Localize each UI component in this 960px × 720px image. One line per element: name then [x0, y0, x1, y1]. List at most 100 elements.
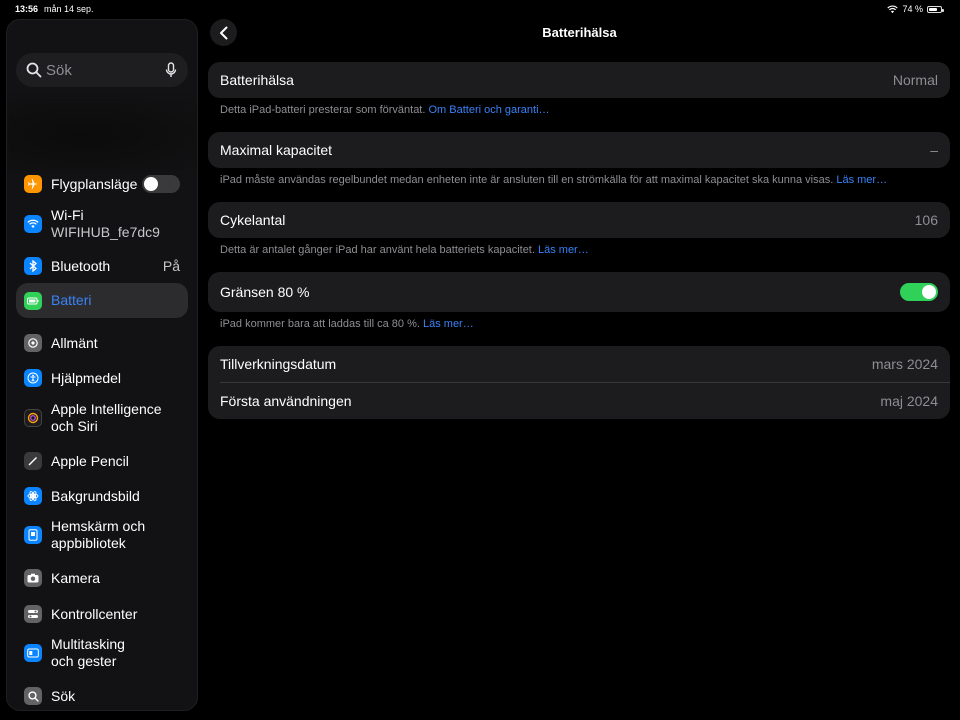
charge-limit-label: Gränsen 80 %: [220, 284, 310, 300]
sidebar-item-search[interactable]: Sök: [16, 684, 188, 708]
sidebar-item-label: Sök: [51, 687, 76, 704]
cycle-count-value: 106: [914, 212, 938, 228]
accessibility-icon: [24, 369, 42, 387]
read-more-link[interactable]: Läs mer…: [423, 318, 474, 330]
wifi-icon: [24, 215, 42, 233]
battery-health-value: Normal: [892, 72, 938, 88]
cycle-count-card: Cykelantal 106: [208, 202, 950, 238]
sidebar-item-airplane[interactable]: Flygplansläge: [16, 172, 188, 196]
charge-limit-toggle[interactable]: [900, 283, 938, 301]
blurred-profile[interactable]: [7, 100, 197, 170]
microphone-icon[interactable]: [164, 62, 178, 78]
wifi-status-icon: [887, 5, 899, 13]
sidebar-item-label: Wi-Fi WIFIHUB_fe7dc9: [51, 207, 160, 241]
camera-icon: [24, 569, 42, 587]
sidebar-item-label: Allmänt: [51, 334, 98, 351]
charge-limit-footnote: iPad kommer bara att laddas till ca 80 %…: [220, 318, 474, 330]
sidebar: Sök Flygplansläge Wi-Fi WIFIHUB_fe7dc9 Bl…: [6, 19, 198, 711]
bluetooth-status: På: [162, 258, 180, 274]
toggle-knob: [144, 177, 158, 191]
first-use-value: maj 2024: [880, 393, 938, 409]
footnote-text: Detta är antalet gånger iPad har använt …: [220, 244, 538, 256]
sidebar-item-accessibility[interactable]: Hjälpmedel: [16, 366, 188, 390]
wifi-label: Wi-Fi: [51, 207, 84, 223]
search-field[interactable]: Sök: [16, 53, 188, 87]
sidebar-item-camera[interactable]: Kamera: [16, 566, 188, 590]
status-bar: 13:56 mån 14 sep. 74 %: [0, 0, 960, 18]
manufacture-date-label: Tillverkningsdatum: [220, 356, 337, 372]
sidebar-item-label: Hemskärm och appbibliotek: [51, 518, 145, 552]
read-more-link[interactable]: Läs mer…: [538, 244, 589, 256]
charge-limit-row: Gränsen 80 %: [208, 272, 950, 312]
homescreen-icon: [24, 526, 42, 544]
apple-intelligence-label: Apple Intelligence: [51, 401, 162, 417]
status-right: 74 %: [887, 4, 944, 14]
page-title: Batterihälsa: [542, 25, 617, 40]
max-capacity-footnote: iPad måste användas regelbundet medan en…: [220, 174, 887, 186]
multitasking-label-line2: och gester: [51, 653, 117, 669]
battery-health-label: Batterihälsa: [220, 72, 294, 88]
home-screen-label-line2: appbibliotek: [51, 535, 126, 551]
status-battery-percent: 74 %: [902, 4, 923, 14]
read-more-link[interactable]: Läs mer…: [836, 174, 887, 186]
dates-card: Tillverkningsdatum mars 2024 Första anvä…: [208, 346, 950, 419]
warranty-link[interactable]: Om Batteri och garanti…: [428, 104, 549, 116]
charge-limit-card: Gränsen 80 %: [208, 272, 950, 312]
max-capacity-label: Maximal kapacitet: [220, 142, 333, 158]
sidebar-item-label: Kontrollcenter: [51, 605, 138, 622]
airplane-icon: [24, 175, 42, 193]
sidebar-item-label: Apple Pencil: [51, 452, 129, 469]
sidebar-item-label: Flygplansläge: [51, 175, 138, 192]
nav-bar: Batterihälsa: [207, 18, 952, 48]
sidebar-item-wallpaper[interactable]: Bakgrundsbild: [16, 484, 188, 508]
max-capacity-card: Maximal kapacitet –: [208, 132, 950, 168]
control-center-icon: [24, 605, 42, 623]
sidebar-item-bluetooth[interactable]: Bluetooth På: [16, 254, 188, 278]
sidebar-item-general[interactable]: Allmänt: [16, 331, 188, 355]
sidebar-item-multitasking[interactable]: Multitasking och gester: [16, 635, 188, 671]
battery-health-row: Batterihälsa Normal: [208, 62, 950, 98]
cycle-count-row: Cykelantal 106: [208, 202, 950, 238]
home-screen-label: Hemskärm och: [51, 518, 146, 534]
pencil-icon: [24, 452, 42, 470]
max-capacity-row: Maximal kapacitet –: [208, 132, 950, 168]
manufacture-date-value: mars 2024: [871, 356, 938, 372]
sidebar-item-apple-pencil[interactable]: Apple Pencil: [16, 449, 188, 473]
search-icon: [26, 62, 42, 78]
sidebar-item-apple-intelligence[interactable]: Apple Intelligence och Siri: [16, 400, 188, 436]
sidebar-item-battery[interactable]: Batteri: [16, 283, 188, 318]
sidebar-item-label: Multitasking och gester: [51, 636, 125, 670]
airplane-toggle[interactable]: [142, 175, 180, 193]
cycle-count-label: Cykelantal: [220, 212, 286, 228]
siri-icon: [24, 409, 42, 427]
sidebar-item-wifi[interactable]: Wi-Fi WIFIHUB_fe7dc9: [16, 206, 188, 242]
multitasking-icon: [24, 644, 42, 662]
sidebar-item-label: Hjälpmedel: [51, 369, 122, 386]
toggle-knob: [922, 285, 936, 299]
footnote-text: iPad måste användas regelbundet medan en…: [220, 174, 837, 186]
cycle-count-footnote: Detta är antalet gånger iPad har använt …: [220, 244, 589, 256]
gear-icon: [24, 334, 42, 352]
sidebar-item-label: Kamera: [51, 569, 101, 586]
sidebar-item-home-screen[interactable]: Hemskärm och appbibliotek: [16, 517, 188, 553]
sidebar-item-label: Batteri: [51, 292, 92, 308]
status-time: 13:56: [15, 4, 39, 14]
first-use-label: Första användningen: [220, 393, 352, 409]
sidebar-item-control-center[interactable]: Kontrollcenter: [16, 602, 188, 626]
wallpaper-icon: [24, 487, 42, 505]
manufacture-date-row: Tillverkningsdatum mars 2024: [208, 346, 950, 382]
sidebar-item-label: Bakgrundsbild: [51, 487, 140, 504]
sidebar-item-label: Apple Intelligence och Siri: [51, 401, 162, 435]
sidebar-item-label: Bluetooth: [51, 257, 111, 274]
battery-icon: [24, 291, 42, 310]
status-battery-icon: [927, 5, 944, 13]
search-placeholder: Sök: [46, 61, 72, 79]
bluetooth-icon: [24, 257, 42, 275]
battery-health-card: Batterihälsa Normal: [208, 62, 950, 98]
battery-health-footnote: Detta iPad-batteri presterar som förvänt…: [220, 104, 550, 116]
apple-intelligence-label-line2: och Siri: [51, 418, 98, 434]
status-date: mån 14 sep.: [44, 4, 94, 14]
footnote-text: iPad kommer bara att laddas till ca 80 %…: [220, 318, 423, 330]
multitasking-label: Multitasking: [51, 636, 125, 652]
footnote-text: Detta iPad-batteri presterar som förvänt…: [220, 104, 429, 116]
